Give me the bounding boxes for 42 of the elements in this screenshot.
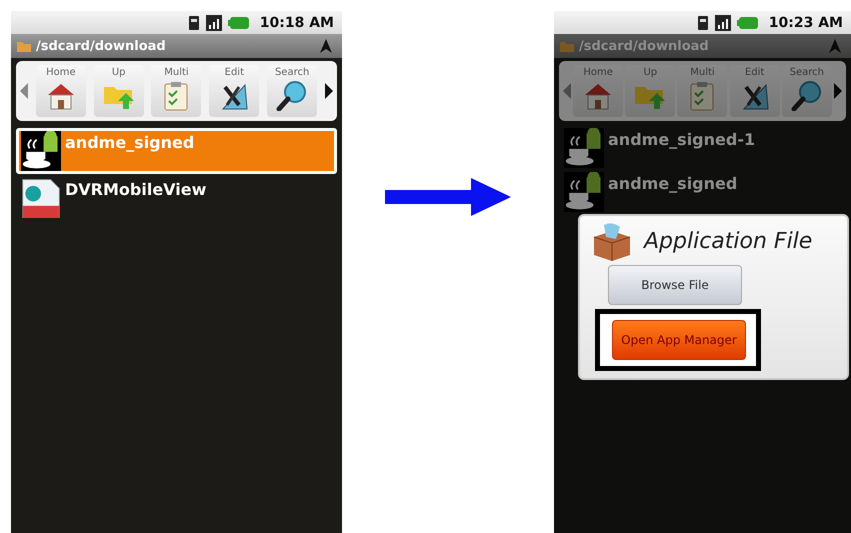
coffee-cup-android-icon bbox=[564, 172, 604, 212]
storage-icon bbox=[696, 14, 709, 30]
file-row[interactable]: andme_signed bbox=[559, 172, 846, 212]
toolbar-button[interactable]: Up bbox=[625, 65, 676, 117]
storage-icon bbox=[188, 14, 200, 30]
folder-icon bbox=[560, 40, 574, 52]
signal-icon bbox=[206, 14, 222, 30]
file-row[interactable]: andme_signed-1 bbox=[559, 128, 846, 168]
clock-time: 10:23 AM bbox=[768, 14, 843, 30]
file-row[interactable]: DVRMobileView bbox=[16, 178, 337, 218]
dvr-file-icon bbox=[21, 178, 61, 218]
dialog-title: Application File bbox=[644, 228, 812, 254]
folder-icon bbox=[17, 40, 31, 52]
coffee-cup-android-icon bbox=[21, 131, 61, 171]
file-name: andme_signed bbox=[65, 132, 194, 152]
coffee-cup-android-icon bbox=[564, 128, 604, 168]
up-triangle-icon[interactable] bbox=[320, 39, 332, 53]
caret-right-icon[interactable] bbox=[324, 83, 333, 99]
file-row[interactable]: andme_signed bbox=[16, 128, 337, 174]
battery-icon bbox=[228, 16, 250, 30]
path-text: /sdcard/download bbox=[579, 38, 710, 54]
search-icon bbox=[790, 79, 824, 111]
caret-left-icon[interactable] bbox=[20, 83, 28, 99]
toolbar-button[interactable]: Search bbox=[782, 65, 832, 117]
file-name: andme_signed bbox=[608, 173, 738, 193]
toolbar-button[interactable]: Home bbox=[36, 65, 86, 117]
file-name: andme_signed-1 bbox=[608, 129, 756, 149]
toolbar-button[interactable]: Multi bbox=[677, 65, 728, 117]
signal-icon bbox=[714, 14, 731, 30]
clock-time: 10:18 AM bbox=[260, 14, 334, 30]
toolbar-button[interactable]: Up bbox=[94, 65, 144, 117]
arrow-icon bbox=[385, 178, 511, 216]
toolbar-button[interactable]: Edit bbox=[209, 65, 260, 117]
file-name: DVRMobileView bbox=[65, 179, 206, 199]
path-text: /sdcard/download bbox=[36, 38, 167, 54]
toolbar-button[interactable]: Home bbox=[573, 65, 624, 117]
open-app-manager-button[interactable]: Open App Manager bbox=[612, 320, 746, 360]
toolbar-button[interactable]: Search bbox=[267, 65, 318, 117]
toolbar-button[interactable]: Edit bbox=[730, 65, 780, 117]
toolbar-button[interactable]: Multi bbox=[151, 65, 202, 117]
battery-icon bbox=[736, 16, 759, 30]
browse-file-button[interactable]: Browse File bbox=[608, 265, 742, 305]
